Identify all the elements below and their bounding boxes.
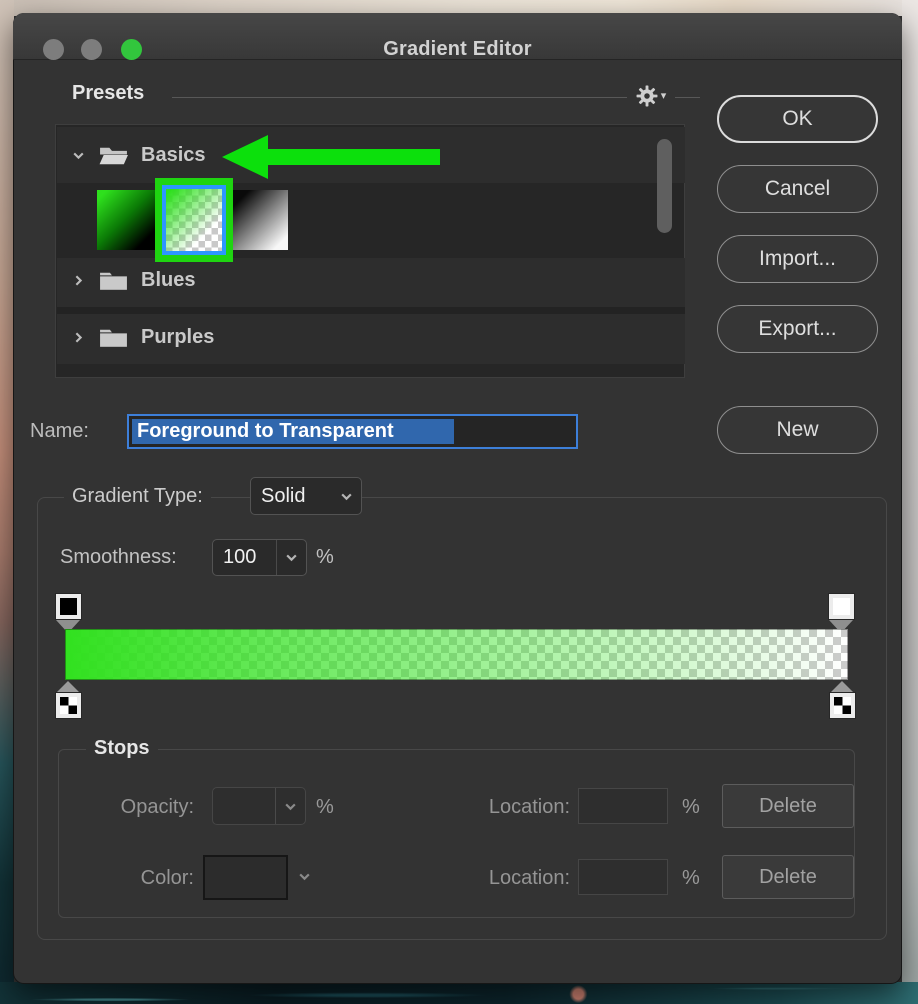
background-photo-left <box>0 0 14 1004</box>
location-top-input[interactable] <box>578 788 668 824</box>
window-title: Gradient Editor <box>13 38 902 61</box>
gradient-type-value: Solid <box>251 478 331 514</box>
smoothness-unit: % <box>316 546 334 569</box>
color-stop-left[interactable] <box>56 693 81 718</box>
color-stop-right-pointer[interactable] <box>830 681 854 693</box>
location-bottom-unit: % <box>682 867 700 890</box>
opacity-unit: % <box>316 796 334 819</box>
chevron-down-icon[interactable] <box>71 148 86 163</box>
cancel-button[interactable]: Cancel <box>717 165 878 213</box>
folder-closed-icon <box>98 326 129 349</box>
preset-thumbnail-foreground-to-transparent-selected[interactable] <box>155 178 233 262</box>
delete-opacity-stop-button[interactable]: Delete <box>722 784 854 828</box>
opacity-stop-left[interactable] <box>56 594 81 619</box>
row-divider <box>57 307 685 314</box>
presets-legend: Presets <box>72 82 144 105</box>
folder-open-icon <box>98 144 129 167</box>
gradient-type-select[interactable]: Solid <box>250 477 362 515</box>
chevron-down-icon[interactable] <box>298 872 311 881</box>
gear-caret-icon: ▾ <box>661 91 667 102</box>
new-button[interactable]: New <box>717 406 878 454</box>
smoothness-dropdown-button[interactable] <box>276 540 306 575</box>
color-swatch[interactable] <box>203 855 288 900</box>
opacity-input[interactable] <box>212 787 306 825</box>
smoothness-input[interactable]: 100 <box>212 539 307 576</box>
tree-item-basics[interactable]: Basics <box>71 144 206 167</box>
opacity-label: Opacity: <box>60 796 194 819</box>
location-bottom-input[interactable] <box>578 859 668 895</box>
preset-thumbnail-foreground-to-background[interactable] <box>97 190 163 250</box>
name-input-value[interactable]: Foreground to Transparent <box>137 419 394 444</box>
preset-thumbnail-black-to-white[interactable] <box>228 190 288 250</box>
cancel-button-label: Cancel <box>765 177 830 201</box>
import-button[interactable]: Import... <box>717 235 878 283</box>
gradient-preview-bar[interactable] <box>65 629 848 680</box>
export-button[interactable]: Export... <box>717 305 878 353</box>
background-photo-bottom <box>0 982 918 1004</box>
gradient-type-label: Gradient Type: <box>64 485 211 508</box>
presets-scrollbar[interactable] <box>657 139 672 233</box>
color-stop-left-pointer[interactable] <box>56 681 80 693</box>
chevron-down-icon <box>284 802 297 811</box>
chevron-right-icon[interactable] <box>71 273 86 288</box>
location-bottom-label: Location: <box>430 867 570 890</box>
color-stop-right[interactable] <box>830 693 855 718</box>
folder-label-basics[interactable]: Basics <box>141 144 206 167</box>
name-input[interactable]: Foreground to Transparent <box>127 414 578 449</box>
gear-icon <box>636 85 658 107</box>
chevron-down-icon <box>340 492 353 501</box>
delete-button-label: Delete <box>759 795 817 818</box>
smoothness-label: Smoothness: <box>60 546 177 569</box>
chevron-down-icon <box>285 553 298 562</box>
folder-label-blues[interactable]: Blues <box>141 269 195 292</box>
ok-button-label: OK <box>782 107 812 131</box>
tree-item-purples[interactable]: Purples <box>71 326 214 349</box>
presets-menu-button[interactable]: ▾ <box>627 82 675 110</box>
screen: Gradient Editor Presets ▾ <box>0 0 918 1004</box>
export-button-label: Export... <box>758 317 836 341</box>
chevron-right-icon[interactable] <box>71 330 86 345</box>
gradient-preview <box>166 189 222 251</box>
background-photo-right <box>902 0 918 1004</box>
folder-label-purples[interactable]: Purples <box>141 326 214 349</box>
location-top-label: Location: <box>430 796 570 819</box>
name-label: Name: <box>30 420 89 443</box>
tree-item-blues[interactable]: Blues <box>71 269 195 292</box>
import-button-label: Import... <box>759 247 836 271</box>
ok-button[interactable]: OK <box>717 95 878 143</box>
folder-closed-icon <box>98 269 129 292</box>
color-label: Color: <box>60 867 194 890</box>
opacity-dropdown-button[interactable] <box>275 788 305 824</box>
location-top-unit: % <box>682 796 700 819</box>
delete-button-label: Delete <box>759 866 817 889</box>
opacity-stop-right[interactable] <box>829 594 854 619</box>
stops-legend: Stops <box>86 737 158 760</box>
annotation-arrow-left-icon <box>222 134 440 180</box>
opacity-value[interactable] <box>213 788 275 824</box>
delete-color-stop-button[interactable]: Delete <box>722 855 854 899</box>
titlebar[interactable]: Gradient Editor <box>13 13 902 60</box>
selection-border <box>162 185 226 255</box>
presets-divider <box>172 97 700 98</box>
smoothness-value[interactable]: 100 <box>213 540 276 575</box>
new-button-label: New <box>776 418 818 442</box>
